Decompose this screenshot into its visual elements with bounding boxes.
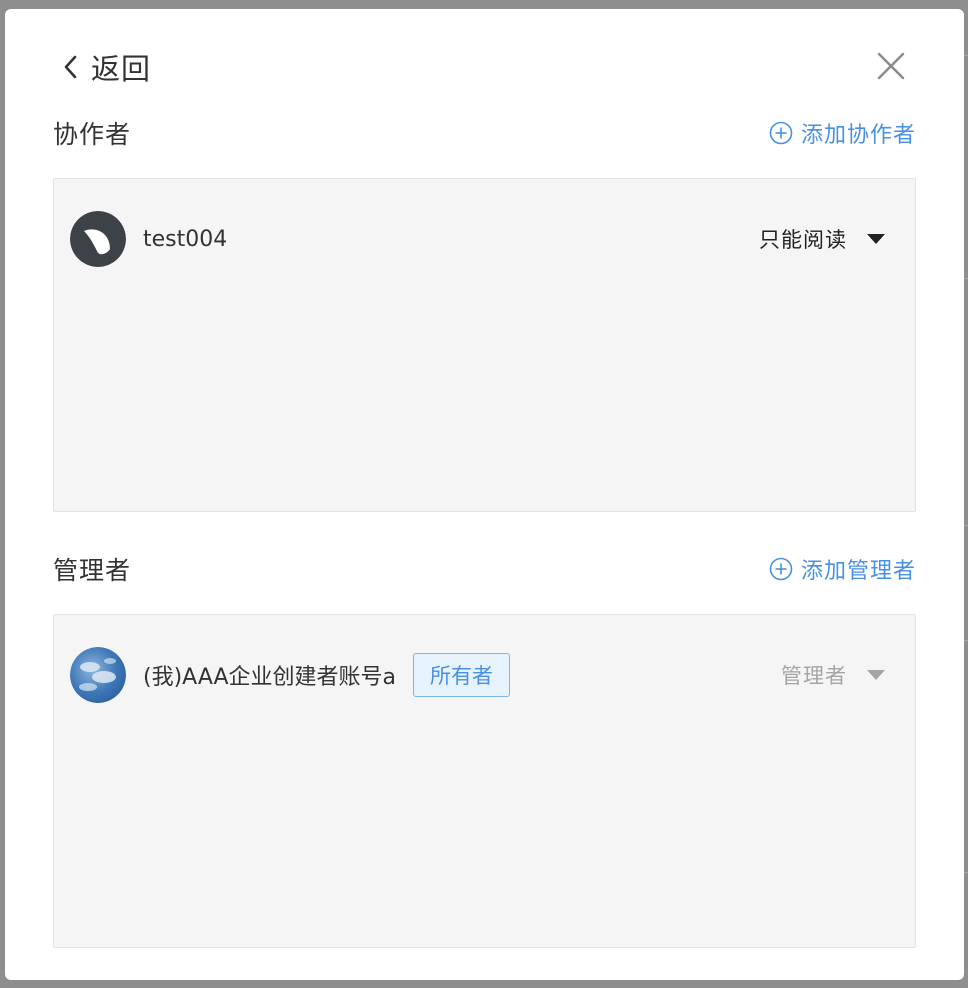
list-item: test004 只能阅读 bbox=[70, 210, 899, 268]
list-item: (我)AAA企业创建者账号a 所有者 管理者 bbox=[70, 646, 899, 704]
back-button[interactable]: 返回 bbox=[63, 47, 151, 87]
role-dropdown: 管理者 bbox=[781, 660, 899, 690]
back-label: 返回 bbox=[91, 52, 152, 86]
dialog-header: 返回 bbox=[5, 9, 964, 109]
avatar bbox=[70, 211, 126, 267]
collaborators-list: test004 只能阅读 bbox=[53, 178, 916, 512]
owner-badge: 所有者 bbox=[413, 653, 511, 697]
avatar bbox=[70, 647, 126, 703]
role-dropdown[interactable]: 只能阅读 bbox=[759, 224, 899, 254]
add-collaborator-label: 添加协作者 bbox=[800, 123, 916, 148]
managers-list: (我)AAA企业创建者账号a 所有者 管理者 bbox=[53, 614, 916, 948]
role-label: 只能阅读 bbox=[759, 228, 847, 252]
caret-down-icon bbox=[847, 669, 885, 681]
add-collaborator-button[interactable]: 添加协作者 bbox=[769, 117, 916, 149]
collaborators-title: 协作者 bbox=[53, 120, 132, 149]
permissions-dialog: 返回 协作者 添加协作者 test004 只能阅读 管理者 添加管理者 (我)A… bbox=[5, 9, 964, 980]
managers-title: 管理者 bbox=[53, 556, 132, 585]
caret-down-icon bbox=[847, 233, 885, 245]
member-name: test004 bbox=[143, 226, 228, 252]
close-icon bbox=[876, 52, 906, 85]
chevron-left-icon bbox=[63, 55, 77, 79]
role-label: 管理者 bbox=[781, 664, 847, 688]
member-name: (我)AAA企业创建者账号a bbox=[143, 665, 397, 690]
add-manager-label: 添加管理者 bbox=[800, 559, 916, 584]
add-manager-button[interactable]: 添加管理者 bbox=[769, 553, 916, 585]
managers-header: 管理者 添加管理者 bbox=[53, 549, 916, 589]
collaborators-header: 协作者 添加协作者 bbox=[53, 113, 916, 153]
plus-circle-icon bbox=[769, 121, 801, 145]
close-button[interactable] bbox=[876, 51, 906, 81]
plus-circle-icon bbox=[769, 557, 801, 581]
